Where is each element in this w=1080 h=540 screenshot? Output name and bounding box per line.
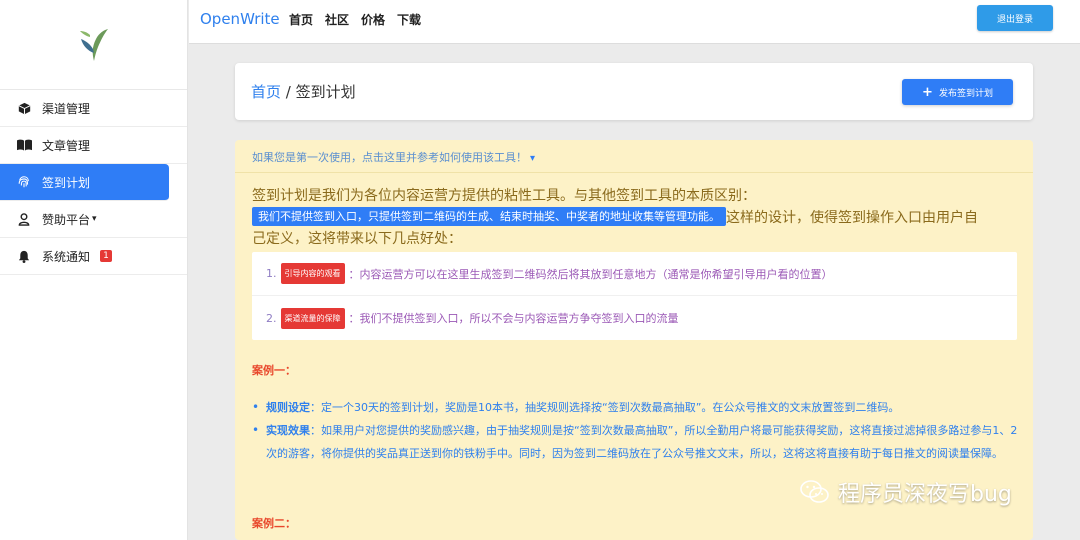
bell-icon [16, 249, 32, 263]
nav-community[interactable]: 社区 [325, 11, 349, 28]
sidebar-item-checkin[interactable]: 签到计划 [0, 164, 169, 201]
chevron-down-icon: ▾ [92, 214, 97, 224]
sidebar-item-label: 渠道管理 [42, 101, 91, 116]
watermark-text: 程序员深夜写bug [838, 482, 1012, 507]
intro-line-rest: 这样的设计，使得签到操作入口由用户自 [726, 210, 978, 226]
notification-badge: 1 [100, 250, 113, 262]
sidebar-item-label: 签到计划 [42, 175, 91, 190]
case-one-title: 案例一： [252, 364, 296, 377]
list-item: 2. 渠道流量的保障 ：我们不提供签到入口，所以不会与内容运营方争夺签到入口的流… [252, 296, 1017, 340]
bullet-text: ：如果用户对您提供的奖励感兴趣，由于抽奖规则是按“签到次数最高抽取”，所以全勤用… [266, 424, 1018, 460]
top-nav: 首页 社区 价格 下载 [289, 11, 421, 28]
cube-icon [16, 101, 32, 115]
benefit-text: ：内容运营方可以在这里生成签到二维码然后将其放到任意地方（通常是你希望引导用户看… [348, 267, 833, 281]
bullet-icon: • [252, 423, 260, 437]
fingerprint-icon [16, 175, 32, 189]
benefit-tag: 渠道流量的保障 [280, 307, 345, 329]
item-number: 1. [266, 267, 277, 280]
usage-hint-toggle[interactable]: 如果您是第一次使用，点击这里并参考如何使用该工具！ ▾ [235, 140, 1033, 173]
plus-icon: + [922, 84, 933, 100]
nav-pricing[interactable]: 价格 [361, 11, 385, 28]
breadcrumb: 首页 / 签到计划 [251, 81, 356, 102]
intro-paragraph: 签到计划是我们为各位内容运营方提供的粘性工具。与其他签到工具的本质区别： 我们不… [252, 186, 1022, 250]
publish-checkin-button[interactable]: + 发布签到计划 [902, 79, 1013, 105]
brand-name[interactable]: OpenWrite [200, 10, 280, 28]
sidebar: 渠道管理 文章管理 签到计划 赞助平台 ▾ 系统通知 1 [0, 0, 188, 540]
benefit-tag: 引导内容的观看 [280, 263, 345, 284]
intro-line: 签到计划是我们为各位内容运营方提供的粘性工具。与其他签到工具的本质区别： [252, 188, 756, 204]
sidebar-item-sponsor[interactable]: 赞助平台 ▾ [0, 201, 187, 238]
wechat-watermark: 程序员深夜写bug [800, 476, 1012, 508]
nav-home[interactable]: 首页 [289, 11, 313, 28]
intro-highlight: 我们不提供签到入口，只提供签到二维码的生成、结束时抽奖、中奖者的地址收集等管理功… [252, 207, 726, 226]
top-navbar: OpenWrite 首页 社区 价格 下载 退出登录 [189, 0, 1080, 44]
user-icon [16, 212, 32, 226]
page-title: 签到计划 [295, 83, 356, 101]
chevron-down-icon: ▾ [530, 153, 536, 164]
logout-button[interactable]: 退出登录 [977, 5, 1053, 31]
usage-hint-text: 如果您是第一次使用，点击这里并参考如何使用该工具！ [252, 151, 527, 164]
bullet-label: 实现效果 [266, 424, 310, 437]
benefits-list: 1. 引导内容的观看 ：内容运营方可以在这里生成签到二维码然后将其放到任意地方（… [252, 252, 1017, 340]
sidebar-item-notifications[interactable]: 系统通知 1 [0, 238, 187, 275]
benefit-text: ：我们不提供签到入口，所以不会与内容运营方争夺签到入口的流量 [348, 312, 679, 325]
app-logo[interactable] [0, 0, 187, 90]
case-two-title: 案例二： [252, 517, 296, 530]
list-item: • 实现效果：如果用户对您提供的奖励感兴趣，由于抽奖规则是按“签到次数最高抽取”… [252, 419, 1022, 465]
list-item: • 规则设定：定一个30天的签到计划，奖励是10本书，抽奖规则选择按“签到次数最… [252, 396, 1022, 419]
item-number: 2. [266, 311, 277, 325]
sidebar-item-label: 文章管理 [42, 138, 91, 153]
sidebar-item-label: 系统通知 [42, 249, 91, 264]
intro-line: 我们不提供签到入口，只提供签到二维码的生成、结束时抽奖、中奖者的地址收集等管理功… [252, 207, 1022, 229]
book-icon [16, 138, 32, 152]
list-item: 1. 引导内容的观看 ：内容运营方可以在这里生成签到二维码然后将其放到任意地方（… [252, 252, 1017, 296]
case-one-details: • 规则设定：定一个30天的签到计划，奖励是10本书，抽奖规则选择按“签到次数最… [252, 396, 1022, 465]
nav-download[interactable]: 下载 [397, 11, 421, 28]
breadcrumb-home[interactable]: 首页 [251, 83, 281, 101]
bullet-label: 规则设定 [266, 401, 310, 414]
page-header: 首页 / 签到计划 + 发布签到计划 [235, 63, 1033, 120]
bullet-icon: • [252, 400, 260, 414]
sidebar-item-channels[interactable]: 渠道管理 [0, 90, 187, 127]
breadcrumb-separator: / [281, 83, 296, 101]
publish-label: 发布签到计划 [938, 88, 993, 99]
intro-line: 己定义，这将带来以下几点好处： [252, 231, 462, 247]
bullet-text: ：定一个30天的签到计划，奖励是10本书，抽奖规则选择按“签到次数最高抽取”。在… [310, 401, 900, 414]
sidebar-item-articles[interactable]: 文章管理 [0, 127, 187, 164]
sidebar-item-label: 赞助平台 [42, 212, 91, 227]
wechat-icon [800, 480, 829, 503]
